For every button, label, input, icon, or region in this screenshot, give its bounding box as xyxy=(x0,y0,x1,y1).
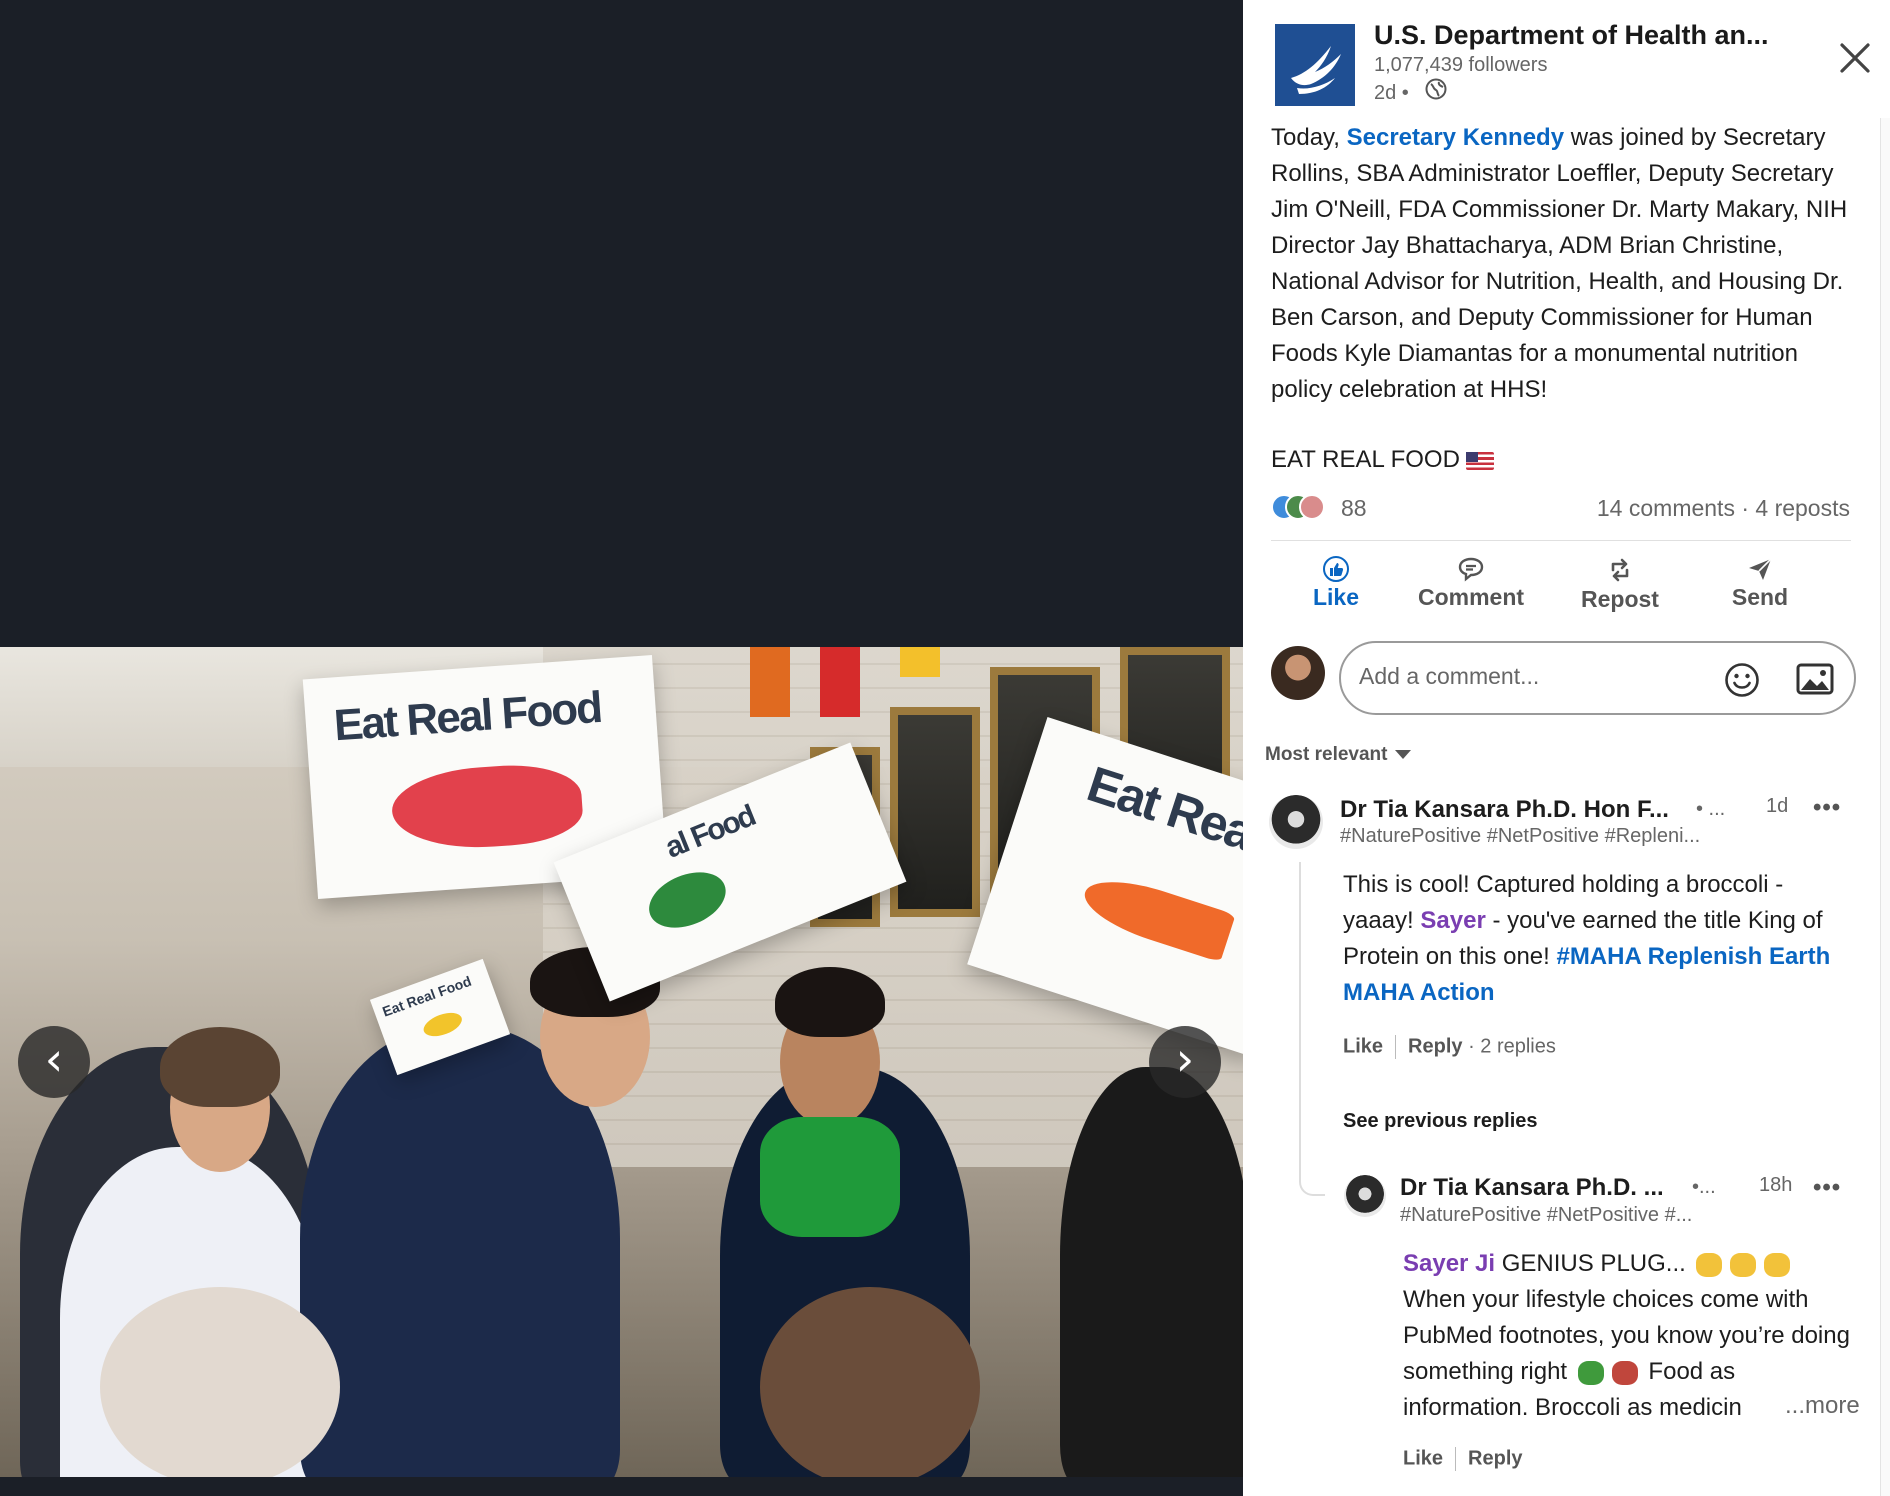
commenter-avatar[interactable] xyxy=(1269,795,1323,849)
photo-sign-banana-text: Eat Real Food xyxy=(380,972,474,1020)
photo-flag-red xyxy=(820,647,860,717)
reply-count[interactable]: · 2 replies xyxy=(1468,1035,1556,1057)
caret-down-icon xyxy=(1395,750,1412,760)
like-label: Like xyxy=(1312,584,1360,610)
send-label: Send xyxy=(1731,584,1789,610)
divider xyxy=(1395,1035,1397,1059)
reply-thread-line xyxy=(1299,862,1325,1196)
hhs-eagle-icon xyxy=(1275,24,1355,106)
comment-mention[interactable]: Sayer xyxy=(1420,907,1485,934)
post-tagline: EAT REAL FOOD xyxy=(1271,446,1494,474)
mention-link[interactable]: Secretary Kennedy xyxy=(1347,124,1564,151)
media-viewer: Eat Real Food al Food Eat Real F Eat Rea… xyxy=(0,0,1243,1496)
emoji-icon[interactable] xyxy=(1724,662,1760,698)
reply-time: 18h xyxy=(1759,1174,1793,1196)
follower-count: 1,077,439 followers xyxy=(1374,54,1548,76)
reply-connection-degree: •... xyxy=(1692,1176,1716,1198)
photo-flag-orange xyxy=(750,647,790,717)
photo-person-right xyxy=(1060,1067,1243,1477)
like-button[interactable]: Like xyxy=(1271,550,1401,620)
globe-icon xyxy=(1425,78,1447,100)
comments-reposts-count[interactable]: 14 comments · 4 reposts xyxy=(1597,495,1850,522)
sort-label: Most relevant xyxy=(1265,744,1388,765)
clap-emoji xyxy=(1696,1252,1723,1277)
repost-icon xyxy=(1611,558,1629,582)
photo-banana-drawing xyxy=(420,1008,465,1041)
current-user-avatar[interactable] xyxy=(1271,646,1325,700)
reply-reply-button[interactable]: Reply xyxy=(1468,1447,1522,1469)
love-reaction-icon xyxy=(1299,494,1325,520)
comment-icon xyxy=(1458,557,1484,582)
reply-author-headline: #NaturePositive #NetPositive #... xyxy=(1400,1204,1693,1226)
reply-author-avatar[interactable] xyxy=(1344,1175,1386,1217)
commenter-headline: #NaturePositive #NetPositive #Repleni... xyxy=(1340,825,1701,847)
photo-carrot-drawing xyxy=(1077,868,1236,963)
comment-time: 1d xyxy=(1766,795,1789,817)
post-photo: Eat Real Food al Food Eat Real F Eat Rea… xyxy=(0,647,1243,1477)
org-logo[interactable] xyxy=(1275,24,1355,106)
scrollbar[interactable] xyxy=(1880,118,1890,1496)
reply-mention[interactable]: Sayer Ji xyxy=(1403,1250,1495,1277)
photo-bottom-bar xyxy=(0,1477,1243,1496)
send-icon xyxy=(1749,558,1772,580)
comment-reply-button[interactable]: Reply xyxy=(1408,1035,1462,1057)
reply-actions: Like Reply xyxy=(1403,1447,1523,1471)
comment-like-button[interactable]: Like xyxy=(1343,1035,1383,1057)
comment-options-button[interactable]: ••• xyxy=(1813,794,1841,822)
close-icon xyxy=(1840,43,1870,73)
previous-image-button[interactable]: ‹ xyxy=(18,1026,90,1098)
post-detail-panel: U.S. Department of Health an... 1,077,43… xyxy=(1243,0,1890,1496)
photo-sign-steak-text: Eat Real Food xyxy=(332,682,603,751)
see-more-link[interactable]: ...more xyxy=(1779,1392,1860,1420)
chevron-left-icon: ‹ xyxy=(44,1032,64,1086)
commenter-name[interactable]: Dr Tia Kansara Ph.D. Hon F... xyxy=(1340,796,1669,824)
post-text: Today, Secretary Kennedy was joined by S… xyxy=(1271,120,1861,408)
next-image-button[interactable]: › xyxy=(1149,1026,1221,1098)
photo-hair-1 xyxy=(160,1027,280,1107)
comment-actions: Like Reply · 2 replies xyxy=(1343,1035,1556,1059)
photo-face-front-2 xyxy=(760,1287,980,1477)
comment-label: Comment xyxy=(1417,584,1525,610)
reply-text-a: GENIUS PLUG... xyxy=(1495,1250,1686,1277)
comment-placeholder: Add a comment... xyxy=(1359,663,1540,689)
reply-options-button[interactable]: ••• xyxy=(1813,1174,1841,1202)
connection-degree: • ... xyxy=(1696,798,1726,820)
chevron-right-icon: › xyxy=(1175,1032,1195,1086)
photo-steak-drawing xyxy=(389,760,585,854)
broccoli-emoji xyxy=(1577,1360,1604,1385)
post-text-b: was joined by Secretary Rollins, SBA Adm… xyxy=(1271,124,1848,403)
org-name-link[interactable]: U.S. Department of Health an... xyxy=(1374,20,1769,51)
clap-emoji xyxy=(1730,1252,1757,1277)
photo-scarf xyxy=(760,1117,900,1237)
sort-comments-dropdown[interactable]: Most relevant xyxy=(1265,744,1412,766)
image-icon[interactable] xyxy=(1796,662,1834,696)
see-previous-replies-link[interactable]: See previous replies xyxy=(1343,1110,1538,1133)
photo-hair-3 xyxy=(775,967,885,1037)
reply-author-name[interactable]: Dr Tia Kansara Ph.D. ... xyxy=(1400,1174,1664,1202)
repost-label: Repost xyxy=(1581,586,1659,612)
comment-button[interactable]: Comment xyxy=(1406,550,1536,620)
us-flag-emoji xyxy=(1465,451,1494,470)
reaction-count: 88 xyxy=(1341,495,1367,521)
repost-button[interactable]: Repost xyxy=(1555,550,1685,620)
like-icon xyxy=(1323,556,1349,582)
photo-broccoli-drawing xyxy=(640,861,734,939)
photo-sign-carrot-text: Eat Real F xyxy=(1080,755,1243,878)
post-tagline-text: EAT REAL FOOD xyxy=(1271,446,1460,473)
comment-text: This is cool! Captured holding a broccol… xyxy=(1343,867,1843,1011)
photo-portrait-2 xyxy=(890,707,980,917)
photo-face-front xyxy=(100,1287,340,1477)
comment-input[interactable]: Add a comment... xyxy=(1339,641,1856,715)
post-text-a: Today, xyxy=(1271,124,1347,151)
divider xyxy=(1271,540,1851,541)
clap-emoji xyxy=(1764,1252,1791,1277)
photo-flag-yellow xyxy=(900,647,940,677)
divider xyxy=(1455,1447,1457,1471)
post-age: 2d • xyxy=(1374,82,1409,104)
books-emoji xyxy=(1611,1360,1638,1385)
reply-like-button[interactable]: Like xyxy=(1403,1447,1443,1469)
close-button[interactable] xyxy=(1837,40,1873,76)
send-button[interactable]: Send xyxy=(1695,550,1825,620)
